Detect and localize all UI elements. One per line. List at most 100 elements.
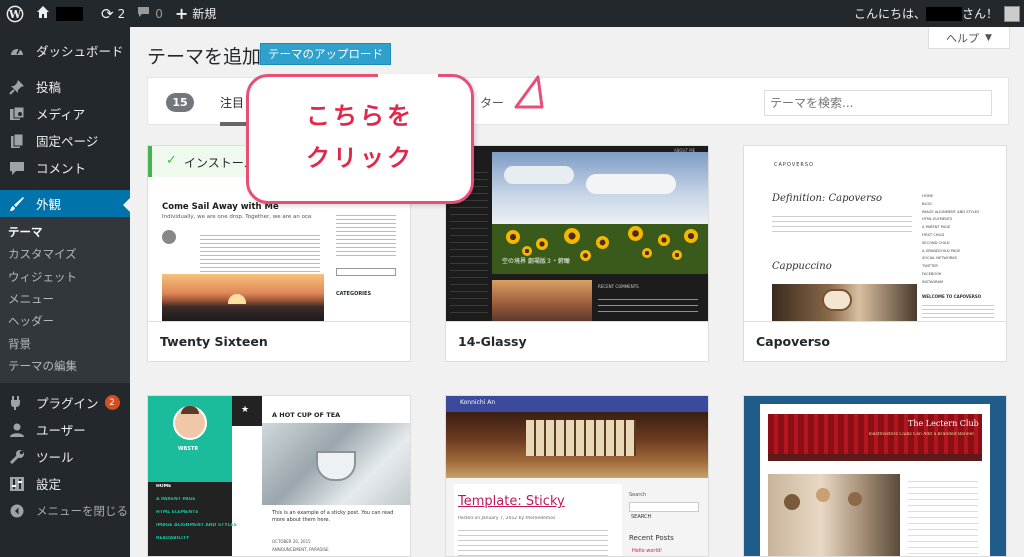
theme-card-wbstr[interactable]: WBSTR HOME A PARENT PAGE HTML ELEMENTS IMAG… — [147, 395, 411, 557]
plugins-update-badge: 2 — [104, 395, 120, 411]
menu-label: 固定ページ — [36, 134, 99, 149]
theme-search-input[interactable] — [764, 90, 992, 116]
menu-label: メディア — [36, 107, 86, 122]
preview-post-title: Template: Sticky — [458, 494, 565, 509]
sunflower — [658, 234, 670, 246]
svg-text:W: W — [8, 8, 22, 21]
submenu-widgets[interactable]: ウィジェット — [0, 266, 130, 288]
preview-site-title: Konnichi An — [460, 399, 496, 406]
site-home-link[interactable] — [30, 0, 89, 27]
theme-card-capoverso[interactable]: CAPOVERSO Definition: Capoverso Cappucci… — [743, 145, 1007, 362]
upload-theme-button[interactable]: テーマのアップロード — [260, 43, 391, 65]
comment-bubble-icon — [137, 6, 150, 21]
preview-nav-item: IMAGE ALIGNMENT AND STYLES — [156, 523, 237, 528]
submenu-menus[interactable]: メニュー — [0, 288, 130, 310]
menu-item-collapse[interactable]: メニューを閉じる — [0, 497, 130, 524]
submenu-themes[interactable]: テーマ — [0, 221, 130, 243]
user-icon — [8, 421, 26, 439]
filter-tab-partial[interactable]: ター — [480, 94, 504, 111]
pages-icon — [8, 132, 26, 150]
greeting-prefix: こんにちは、 — [853, 7, 926, 21]
menu-item-appearance[interactable]: 外観 — [0, 190, 130, 217]
theme-card-konnichi-an[interactable]: Konnichi An Template: Sticky Posted on J… — [445, 395, 709, 557]
preview-menu-item: SOCIAL NETWORKS — [922, 256, 957, 261]
preview-sidebar-heading: CATEGORIES — [336, 291, 372, 297]
submenu-theme-editor[interactable]: テーマの編集 — [0, 355, 130, 377]
theme-card-14-glassy[interactable]: 空の境界 劇場版３・俯瞰 ABOUT ME RECENT COMMENTS 14… — [445, 145, 709, 362]
help-label: ヘルプ — [946, 31, 980, 45]
menu-item-settings[interactable]: 設定 — [0, 470, 130, 497]
preview-profile-name: WBSTR — [178, 446, 199, 452]
preview-menu-item: HOME — [922, 194, 933, 198]
preview-nav-item: HTML ELEMENTS — [156, 510, 199, 515]
my-account[interactable]: こんにちは、 さん！ — [854, 5, 1024, 22]
callout-pointer — [514, 75, 544, 109]
home-icon — [36, 5, 50, 22]
theme-count-badge: 15 — [166, 93, 194, 112]
pin-icon — [8, 78, 26, 96]
updates-count: 2 — [117, 6, 126, 21]
menu-item-comments[interactable]: コメント — [0, 154, 130, 181]
preview-nav-item: HOME — [156, 484, 172, 489]
preview-date: OCTOBER 20, 2015 — [272, 539, 311, 544]
collapse-icon — [8, 502, 26, 520]
preview-recent-comments: RECENT COMMENTS — [598, 284, 639, 289]
preview-menu-item: SECOND CHILD — [922, 240, 950, 245]
theme-screenshot: The Lectern Club Toastmasters Clubs Can … — [744, 396, 1006, 556]
menu-label: ユーザー — [36, 423, 86, 439]
submenu-header[interactable]: ヘッダー — [0, 310, 130, 332]
sunflower — [564, 228, 580, 244]
menu-item-plugins[interactable]: プラグイン 2 — [0, 389, 130, 416]
theme-screenshot: CAPOVERSO Definition: Capoverso Cappucci… — [744, 146, 1006, 321]
menu-item-users[interactable]: ユーザー — [0, 416, 130, 443]
sunflower — [672, 250, 682, 260]
menu-item-tools[interactable]: ツール — [0, 443, 130, 470]
menu-item-posts[interactable]: 投稿 — [0, 73, 130, 100]
submenu-customize[interactable]: カスタマイズ — [0, 243, 130, 265]
plus-icon: + — [174, 4, 189, 23]
theme-screenshot: Konnichi An Template: Sticky Posted on J… — [446, 396, 708, 556]
greeting-suffix: さん！ — [961, 7, 998, 21]
callout-text: こちらを クリック — [249, 95, 471, 179]
preview-tagline: Toastmasters Clubs Can Add a Branded Ban… — [868, 432, 975, 437]
dashboard-icon — [8, 42, 26, 60]
preview-menu-item: TWITTER — [922, 264, 938, 269]
help-tab-button[interactable]: ヘルプ ▼ — [928, 27, 1010, 49]
menu-item-dashboard[interactable]: ダッシュボード — [0, 37, 130, 64]
preview-menu-item: FIRST CHILD — [922, 233, 945, 237]
menu-label: 投稿 — [36, 80, 62, 95]
menu-item-media[interactable]: メディア — [0, 100, 130, 127]
chevron-down-icon: ▼ — [985, 32, 992, 43]
redacted-username — [925, 6, 962, 21]
new-content-link[interactable]: + 新規 — [169, 0, 222, 27]
menu-item-pages[interactable]: 固定ページ — [0, 127, 130, 154]
admin-menu: ダッシュボード 投稿 メディア 固定ページ コメント 外観 テーマ カスタマイズ… — [0, 27, 130, 557]
wordpress-logo-icon[interactable]: W — [0, 0, 30, 27]
sunflower — [506, 230, 520, 244]
preview-post-subtitle: Individually, we are one drop. Together,… — [162, 214, 312, 220]
settings-icon — [8, 475, 26, 493]
new-label: 新規 — [192, 7, 217, 21]
comments-link[interactable]: 0 — [131, 0, 169, 27]
preview-welcome: WELCOME TO CAPOVERSO — [922, 294, 982, 299]
comments-count: 0 — [155, 6, 163, 21]
callout-line-1: こちらを — [306, 102, 414, 130]
preview-menu-item: INSTAGRAM — [922, 279, 944, 284]
preview-excerpt: This is an example of a sticky post. You… — [272, 510, 394, 523]
preview-menu-item: HTML ELEMENTS — [922, 217, 953, 222]
callout-line-2: クリック — [306, 144, 414, 172]
preview-post1-title: Definition: Capoverso — [772, 193, 883, 204]
sunflower — [628, 226, 643, 241]
preview-tag: ANNOUNCEMENT, PARADISE — [272, 547, 329, 552]
submenu-background[interactable]: 背景 — [0, 332, 130, 354]
menu-label: 設定 — [36, 477, 62, 493]
theme-name: 14-Glassy — [446, 321, 708, 361]
preview-search-button: SEARCH — [631, 514, 652, 520]
check-icon: ✓ — [166, 153, 177, 168]
theme-card-lectern-club[interactable]: The Lectern Club Toastmasters Clubs Can … — [743, 395, 1007, 557]
updates-link[interactable]: ⟳ 2 — [95, 0, 131, 27]
preview-hero-caption: 空の境界 劇場版３・俯瞰 — [502, 258, 570, 265]
filter-popular-tab[interactable]: 注目 — [220, 94, 251, 126]
callout-tail-join — [378, 74, 438, 78]
wrench-icon — [8, 448, 26, 466]
